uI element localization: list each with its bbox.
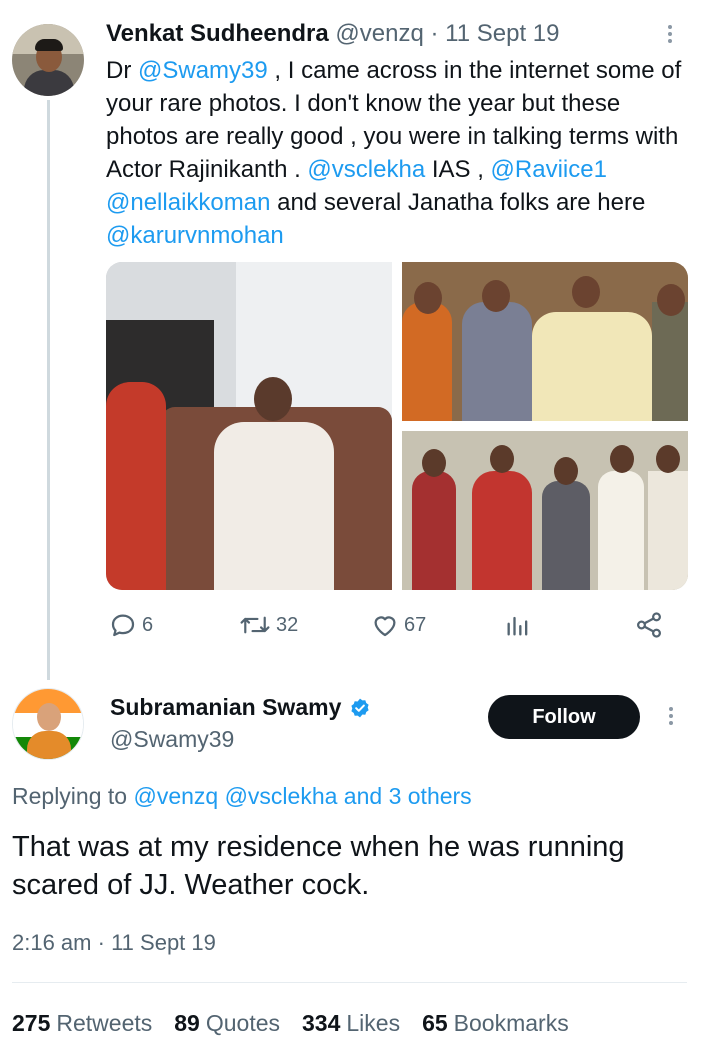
retweet-icon (240, 616, 270, 634)
tweet-text: Dr @Swamy39 , I came across in the inter… (106, 54, 696, 252)
stat-count: 89 (174, 1010, 200, 1036)
stat-likes[interactable]: 334 Likes (302, 1010, 400, 1037)
stat-label: Likes (346, 1010, 401, 1036)
reply-count: 6 (142, 613, 154, 636)
more-icon[interactable] (660, 22, 680, 48)
mention-link[interactable]: @nellaikkoman (106, 189, 270, 216)
tweet-text-segment: and several Janatha folks are here (270, 189, 646, 216)
stat-label: Retweets (56, 1010, 153, 1036)
mention-link[interactable]: @vsclekha (307, 156, 425, 183)
author-name[interactable]: Subramanian Swamy (110, 694, 341, 721)
like-count: 67 (404, 613, 427, 636)
avatar[interactable] (12, 24, 84, 96)
analytics-icon (507, 616, 528, 636)
tweet-date[interactable]: 11 Sept 19 (445, 20, 559, 47)
photo-1[interactable] (106, 262, 392, 590)
tweet-text-segment: IAS , (425, 156, 491, 183)
stat-retweets[interactable]: 275 Retweets (12, 1010, 152, 1037)
more-icon[interactable] (661, 704, 681, 730)
engagement-stats: 275 Retweets 89 Quotes 334 Likes 65 Bookmark… (12, 1010, 591, 1037)
stat-label: Quotes (205, 1010, 280, 1036)
like-button[interactable]: 67 (370, 610, 426, 640)
author-name-row: Subramanian Swamy (110, 694, 371, 721)
reply-icon (111, 614, 135, 637)
separator-dot: · (430, 20, 439, 47)
replying-to-links[interactable]: @venzq @vsclekha (133, 783, 337, 809)
share-button[interactable] (634, 610, 664, 640)
retweet-button[interactable]: 32 (238, 610, 298, 640)
like-icon (374, 616, 396, 637)
thread-connector-line (47, 100, 50, 680)
stat-count: 334 (302, 1010, 341, 1036)
media-grid (106, 262, 688, 590)
mention-link[interactable]: @Raviice1 (491, 156, 607, 183)
tweet-header: Venkat Sudheendra @venzq · 11 Sept 19 (106, 20, 560, 48)
avatar[interactable] (12, 688, 84, 760)
author-handle[interactable]: @venzq (335, 20, 423, 47)
divider (12, 982, 687, 983)
verified-badge-icon (351, 698, 369, 717)
replying-others-link[interactable]: and 3 others (337, 783, 472, 809)
author-name[interactable]: Venkat Sudheendra (106, 20, 329, 47)
tweet-meta: 2:16 am · 11 Sept 19 (12, 930, 216, 956)
photo-2[interactable] (402, 262, 688, 421)
photo-3[interactable] (402, 431, 688, 590)
stat-label: Bookmarks (453, 1010, 569, 1036)
tweet-actions: 6 32 67 (108, 610, 668, 644)
stat-count: 275 (12, 1010, 51, 1036)
stat-count: 65 (422, 1010, 448, 1036)
mention-link[interactable]: @karurvnmohan (106, 222, 284, 249)
mention-link[interactable]: @Swamy39 (138, 57, 268, 84)
follow-button[interactable]: Follow (488, 695, 640, 739)
reply-button[interactable]: 6 (108, 610, 153, 640)
share-icon (636, 612, 662, 638)
replying-prefix: Replying to (12, 783, 134, 809)
tweet-time[interactable]: 2:16 am (12, 930, 92, 955)
stat-quotes[interactable]: 89 Quotes (174, 1010, 280, 1037)
tweet-text: That was at my residence when he was run… (12, 831, 625, 901)
tweet-text-segment: Dr (106, 57, 138, 84)
tweet-date[interactable]: 11 Sept 19 (111, 930, 216, 955)
stat-bookmarks[interactable]: 65 Bookmarks (422, 1010, 569, 1037)
retweet-count: 32 (276, 613, 299, 636)
separator-dot: · (97, 930, 105, 955)
author-handle[interactable]: @Swamy39 (110, 726, 234, 753)
replying-to: Replying to @venzq @vsclekha and 3 other… (12, 783, 472, 810)
analytics-button[interactable] (504, 610, 532, 640)
